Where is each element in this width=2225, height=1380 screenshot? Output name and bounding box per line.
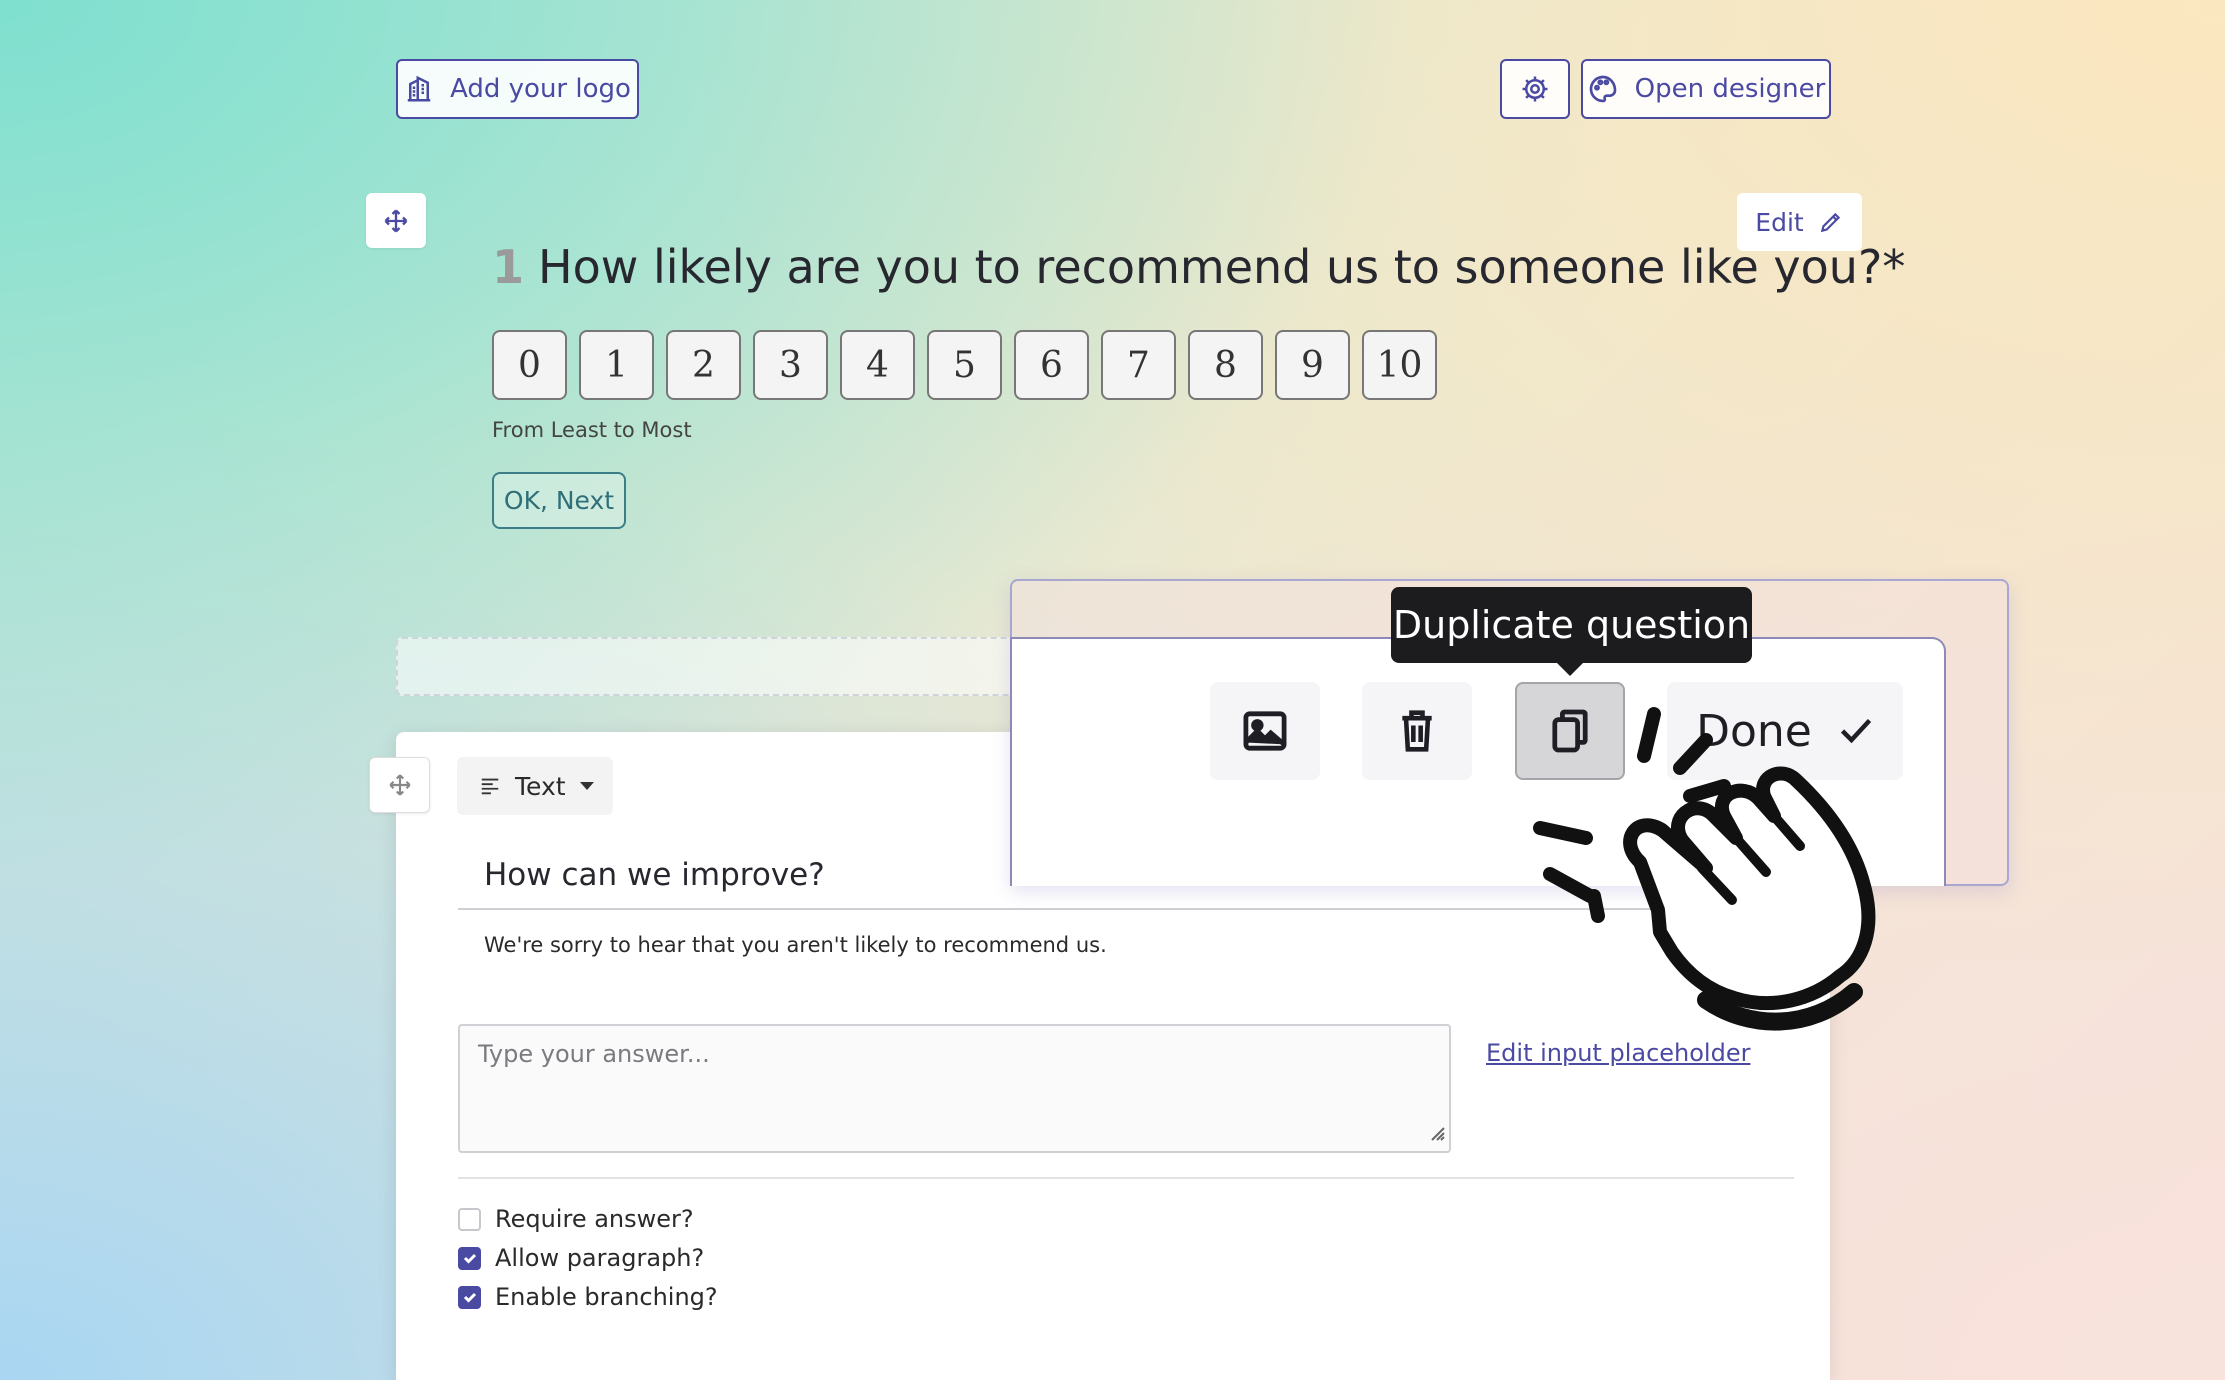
add-image-button[interactable] — [1210, 682, 1320, 780]
nps-scale: 0 1 2 3 4 5 6 7 8 9 10 — [492, 330, 1437, 400]
scale-option-10[interactable]: 10 — [1362, 330, 1437, 400]
scale-option-7[interactable]: 7 — [1101, 330, 1176, 400]
edit-label: Edit — [1755, 207, 1804, 237]
allow-paragraph-option[interactable]: Allow paragraph? — [458, 1244, 704, 1272]
add-logo-label: Add your logo — [450, 74, 631, 104]
enable-branching-label: Enable branching? — [495, 1283, 718, 1311]
duplicate-tooltip: Duplicate question — [1391, 587, 1752, 663]
scale-option-6[interactable]: 6 — [1014, 330, 1089, 400]
question-text: How likely are you to recommend us to so… — [538, 240, 1906, 294]
gear-icon — [1522, 76, 1548, 102]
question-type-select[interactable]: Text — [457, 757, 613, 815]
divider — [458, 1177, 1794, 1179]
pointer-hand-icon — [1533, 707, 1876, 1031]
caret-down-icon — [579, 782, 594, 790]
move-icon — [384, 209, 408, 232]
enable-branching-checkbox[interactable] — [458, 1285, 481, 1309]
allow-paragraph-checkbox[interactable] — [458, 1246, 481, 1270]
enable-branching-option[interactable]: Enable branching? — [458, 1283, 718, 1311]
scale-option-9[interactable]: 9 — [1275, 330, 1350, 400]
scale-note: From Least to Most — [492, 418, 692, 442]
pencil-icon — [1820, 212, 1840, 233]
resize-grip-icon[interactable] — [1427, 1119, 1445, 1147]
drag-handle[interactable] — [369, 757, 430, 813]
scale-option-8[interactable]: 8 — [1188, 330, 1263, 400]
answer-textarea[interactable]: Type your answer... — [458, 1024, 1451, 1153]
scale-option-4[interactable]: 4 — [840, 330, 915, 400]
check-icon — [463, 1253, 476, 1264]
palette-icon — [1589, 75, 1617, 103]
allow-paragraph-label: Allow paragraph? — [495, 1244, 705, 1272]
building-icon — [407, 75, 431, 102]
ok-next-button[interactable]: OK, Next — [492, 472, 626, 529]
scale-option-1[interactable]: 1 — [579, 330, 654, 400]
require-answer-checkbox[interactable] — [458, 1207, 481, 1231]
text-align-icon — [481, 778, 499, 795]
scale-option-5[interactable]: 5 — [927, 330, 1002, 400]
scale-option-0[interactable]: 0 — [492, 330, 567, 400]
trash-icon — [1402, 710, 1432, 752]
scale-option-2[interactable]: 2 — [666, 330, 741, 400]
open-designer-button[interactable]: Open designer — [1581, 59, 1831, 119]
drag-handle[interactable] — [366, 193, 426, 248]
require-answer-label: Require answer? — [495, 1205, 694, 1233]
question-description[interactable]: We're sorry to hear that you aren't like… — [484, 933, 1107, 957]
tooltip-arrow — [1556, 662, 1584, 676]
require-answer-option[interactable]: Require answer? — [458, 1205, 694, 1233]
move-icon — [388, 774, 411, 796]
settings-button[interactable] — [1500, 59, 1570, 119]
question-number: 1 — [492, 240, 525, 294]
add-logo-button[interactable]: Add your logo — [396, 59, 639, 119]
open-designer-label: Open designer — [1634, 74, 1826, 104]
check-icon — [463, 1292, 476, 1303]
delete-question-button[interactable] — [1362, 682, 1472, 780]
question-title: 1 How likely are you to recommend us to s… — [492, 240, 1905, 294]
question-type-label: Text — [515, 771, 566, 801]
scale-option-3[interactable]: 3 — [753, 330, 828, 400]
image-icon — [1243, 711, 1287, 751]
answer-placeholder: Type your answer... — [478, 1040, 710, 1068]
drop-zone — [396, 637, 1016, 696]
